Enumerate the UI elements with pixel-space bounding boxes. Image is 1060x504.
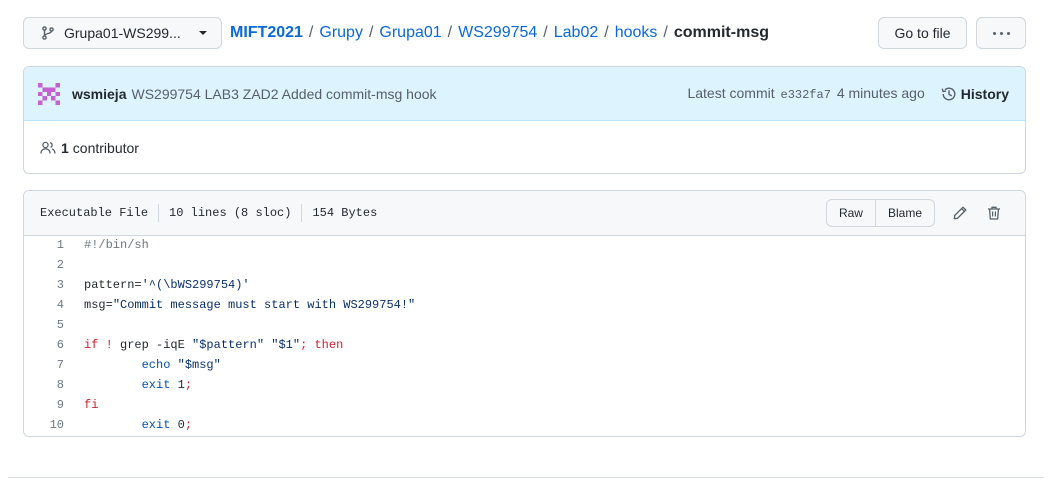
line-number[interactable]: 6: [24, 335, 64, 355]
history-link[interactable]: History: [941, 86, 1009, 102]
line-content: fi: [84, 398, 99, 412]
breadcrumb-link-lab02[interactable]: Lab02: [554, 24, 599, 41]
line-number[interactable]: 5: [24, 315, 64, 335]
line-content: msg="Commit message must start with WS29…: [84, 298, 416, 312]
file-info: Executable File 10 lines (8 sloc) 154 By…: [40, 204, 826, 222]
breadcrumb-repo-link[interactable]: MIFT2021: [230, 24, 303, 41]
line-number[interactable]: 9: [24, 395, 64, 415]
code-line: 10 exit 0;: [24, 415, 1025, 435]
code-line: 6 if ! grep -iqE "$pattern" "$1"; then: [24, 335, 1025, 355]
file-viewer: Executable File 10 lines (8 sloc) 154 By…: [23, 190, 1026, 437]
footer-divider: [8, 477, 1044, 478]
contributor-label: contributor: [72, 139, 139, 156]
line-content: exit 1;: [141, 378, 193, 392]
raw-button[interactable]: Raw: [825, 199, 876, 227]
commit-sha-link[interactable]: e332fa7: [781, 88, 831, 102]
breadcrumb-separator: /: [308, 24, 314, 41]
line-number[interactable]: 8: [24, 375, 64, 395]
file-size: 154 Bytes: [312, 206, 378, 220]
divider: [158, 204, 160, 222]
file-type: Executable File: [40, 206, 149, 220]
avatar[interactable]: [38, 82, 60, 105]
contributors-row[interactable]: 1 contributor: [24, 121, 1025, 173]
breadcrumb-link-ws299754[interactable]: WS299754: [458, 24, 537, 41]
line-number[interactable]: 4: [24, 295, 64, 315]
code-line: 3 pattern='^(\bWS299754)': [24, 275, 1025, 295]
file-line-count: 10 lines (8 sloc): [169, 206, 292, 220]
line-content: #!/bin/sh: [84, 238, 149, 252]
branch-selector-button[interactable]: Grupa01-WS299...: [23, 17, 222, 49]
line-number[interactable]: 1: [24, 235, 64, 255]
breadcrumb-separator: /: [368, 24, 374, 41]
breadcrumb-separator: /: [543, 24, 548, 41]
commit-header: wsmieja WS299754 LAB3 ZAD2 Added commit-…: [24, 67, 1025, 121]
code-line: 2: [24, 255, 1025, 275]
divider: [301, 204, 303, 222]
breadcrumb-link-grupa01[interactable]: Grupa01: [379, 24, 441, 41]
people-icon: [40, 141, 56, 154]
code-line: 1 #!/bin/sh: [24, 235, 1025, 255]
line-number[interactable]: 7: [24, 355, 64, 375]
commit-message-link[interactable]: WS299754 LAB3 ZAD2 Added commit-msg hook: [131, 86, 687, 102]
code-view: 1 #!/bin/sh 2 3 pattern='^(\bWS299754)' 4 msg=…: [24, 235, 1025, 435]
history-label: History: [960, 85, 1009, 102]
caret-down-icon: [199, 31, 207, 35]
line-number[interactable]: 10: [24, 415, 64, 435]
breadcrumb-current-file: commit-msg: [673, 24, 769, 41]
code-line: 7 echo "$msg": [24, 355, 1025, 375]
go-to-file-button[interactable]: Go to file: [878, 17, 967, 49]
line-content: echo "$msg": [141, 358, 221, 372]
commit-time: 4 minutes ago: [836, 85, 925, 101]
line-content: if ! grep -iqE "$pattern" "$1"; then: [84, 338, 344, 352]
latest-commit-info: Latest commit e332fa7 4 minutes ago: [687, 85, 924, 102]
file-header: Executable File 10 lines (8 sloc) 154 By…: [24, 191, 1025, 236]
breadcrumb-link-hooks[interactable]: hooks: [615, 24, 658, 41]
more-options-button[interactable]: [976, 17, 1026, 49]
latest-commit-box: wsmieja WS299754 LAB3 ZAD2 Added commit-…: [23, 66, 1026, 174]
history-icon: [941, 87, 956, 100]
breadcrumb-separator: /: [604, 24, 609, 41]
line-number[interactable]: 2: [24, 255, 64, 275]
trash-icon: [988, 206, 1000, 220]
blame-button[interactable]: Blame: [875, 199, 935, 227]
code-line: 9 fi: [24, 395, 1025, 415]
breadcrumb-separator: /: [447, 24, 453, 41]
code-line: 5: [24, 315, 1025, 335]
commit-author-link[interactable]: wsmieja: [72, 86, 126, 102]
breadcrumb-link-grupy[interactable]: Grupy: [319, 24, 363, 41]
latest-commit-label: Latest commit: [687, 85, 775, 101]
line-content: exit 0;: [141, 418, 193, 432]
delete-file-button[interactable]: [979, 199, 1009, 227]
line-content: pattern='^(\bWS299754)': [84, 278, 250, 292]
kebab-horizontal-icon: [991, 31, 1012, 35]
contributor-count: 1: [61, 139, 69, 156]
branch-name: Grupa01-WS299...: [64, 25, 181, 41]
file-actions: Raw Blame: [825, 199, 935, 227]
git-branch-icon: [42, 26, 54, 40]
pencil-icon: [953, 206, 967, 220]
line-content: [64, 315, 84, 335]
line-number[interactable]: 3: [24, 275, 64, 295]
breadcrumb-separator: /: [663, 24, 668, 41]
breadcrumb: MIFT2021 / Grupy / Grupa01 / WS299754 / Lab02 / ho…: [230, 21, 769, 45]
line-content: [64, 255, 84, 275]
code-line: 4 msg="Commit message must start with WS2…: [24, 295, 1025, 315]
edit-file-button[interactable]: [945, 199, 975, 227]
code-line: 8 exit 1;: [24, 375, 1025, 395]
